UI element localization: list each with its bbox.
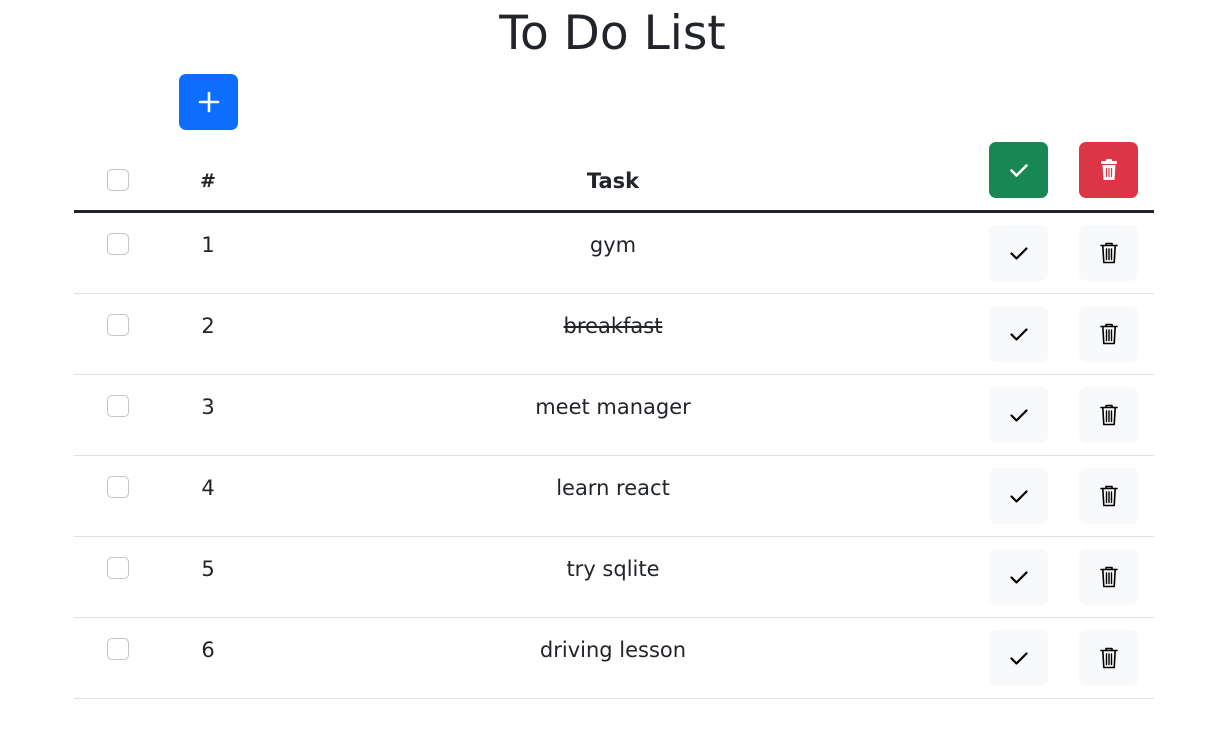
complete-task-button[interactable] [989,468,1048,524]
row-number: 6 [201,638,215,662]
trash-icon [1099,404,1118,426]
check-icon [1009,164,1028,177]
add-task-button[interactable] [179,74,238,130]
table-row: 3 meet manager [74,375,1154,456]
row-number: 4 [201,476,215,500]
trash-icon [1099,485,1118,507]
delete-task-button[interactable] [1079,225,1138,281]
table-row: 2 breakfast [74,294,1154,375]
delete-task-button[interactable] [1079,468,1138,524]
check-icon [1009,490,1028,503]
page-title: To Do List [499,6,726,61]
check-icon [1009,571,1028,584]
trash-icon [1099,242,1118,264]
row-number: 1 [201,233,215,257]
row-checkbox[interactable] [107,395,129,417]
row-checkbox[interactable] [107,314,129,336]
row-task: breakfast [563,314,663,338]
trash-icon [1099,566,1118,588]
task-rows: 1 gym 2 breakfast 3 meet manager 4 learn react 5… [74,213,1154,699]
select-all-checkbox[interactable] [107,169,129,191]
table-row: 6 driving lesson [74,618,1154,699]
check-icon [1009,328,1028,341]
delete-task-button[interactable] [1079,549,1138,605]
todo-page: To Do List # Task 1gym 2 breakfast 3 mee… [0,0,1225,751]
delete-all-button[interactable] [1079,142,1138,198]
delete-task-button[interactable] [1079,387,1138,443]
row-number: 5 [201,557,215,581]
plus-icon [198,91,219,113]
table-row: 1 gym [74,213,1154,294]
complete-task-button[interactable] [989,630,1048,686]
row-number: 2 [201,314,215,338]
row-checkbox[interactable] [107,233,129,255]
table-row: 4 learn react [74,456,1154,537]
row-task: try sqlite [566,557,660,581]
row-checkbox[interactable] [107,476,129,498]
row-task: driving lesson [539,638,687,662]
delete-task-button[interactable] [1079,306,1138,362]
complete-task-button[interactable] [989,225,1048,281]
trash-icon [1099,647,1118,669]
row-task: gym [589,233,637,257]
row-checkbox[interactable] [107,557,129,579]
trash-icon [1099,323,1118,345]
table-header: # Task [74,140,1154,213]
row-checkbox[interactable] [107,638,129,660]
complete-task-button[interactable] [989,306,1048,362]
task-table: # Task 1 gym 2 breakfast 3 meet manager 4 learn… [74,140,1154,699]
row-task: meet manager [535,395,691,419]
table-row: 5 try sqlite [74,537,1154,618]
trash-icon [1100,159,1117,180]
check-icon [1009,652,1028,665]
check-icon [1009,409,1028,422]
row-number: 3 [201,395,215,419]
check-icon [1009,247,1028,260]
complete-task-button[interactable] [989,387,1048,443]
header-number: # [200,170,216,192]
complete-all-button[interactable] [989,142,1048,198]
header-task: Task [586,169,640,193]
delete-task-button[interactable] [1079,630,1138,686]
complete-task-button[interactable] [989,549,1048,605]
row-task: learn react [556,476,670,500]
